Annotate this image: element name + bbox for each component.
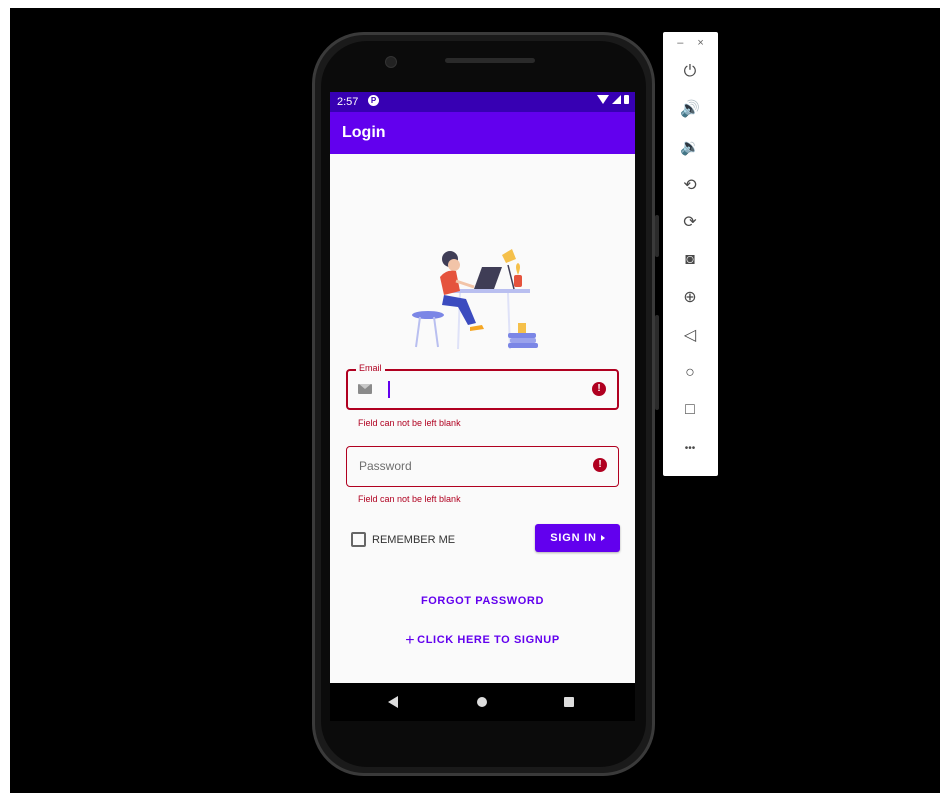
plus-icon: + [405, 632, 416, 649]
password-placeholder: Password [359, 459, 412, 473]
emulator-toolbar: – × ⏻ 🔊 🔉 ⟲ ⟳ ◙ ⊕ ◁ ○ □ ••• [663, 32, 718, 476]
forgot-password-link[interactable]: FORGOT PASSWORD [330, 595, 635, 607]
notification-app-icon: P [368, 95, 379, 106]
status-time: 2:57 [337, 96, 359, 108]
rotate-right-icon[interactable]: ⟳ [675, 210, 705, 234]
earpiece-speaker [445, 58, 535, 63]
rotate-left-icon[interactable]: ⟲ [675, 173, 705, 197]
sign-in-button[interactable]: SIGN IN [535, 524, 620, 552]
remember-me-checkbox[interactable]: REMEMBER ME [351, 532, 455, 547]
email-field[interactable]: Email ! [346, 363, 619, 410]
status-icons [597, 95, 629, 104]
overview-icon[interactable]: □ [675, 398, 705, 422]
status-bar: 2:57 P [330, 92, 635, 112]
toolbar-window-controls: – × [663, 37, 718, 49]
email-error-text: Field can not be left blank [358, 418, 461, 428]
password-field[interactable]: Password ! [346, 446, 619, 487]
volume-down-icon[interactable]: 🔉 [675, 135, 705, 159]
signal-icon [612, 95, 621, 104]
mail-icon [358, 384, 372, 394]
front-camera [385, 56, 397, 68]
caret-right-icon [600, 535, 605, 541]
login-illustration [412, 249, 538, 350]
back-icon[interactable]: ◁ [675, 323, 705, 347]
checkbox-box[interactable] [351, 532, 366, 547]
home-icon[interactable]: ○ [675, 361, 705, 385]
wifi-icon [597, 95, 609, 104]
sign-in-label: SIGN IN [550, 532, 597, 544]
error-icon: ! [592, 382, 606, 396]
camera-icon[interactable]: ◙ [675, 248, 705, 272]
nav-back-icon[interactable] [388, 696, 398, 708]
signup-label: CLICK HERE TO SIGNUP [417, 634, 560, 646]
nav-home-icon[interactable] [477, 697, 487, 707]
navigation-bar [330, 683, 635, 721]
power-icon[interactable]: ⏻ [675, 60, 705, 84]
app-bar: Login [330, 112, 635, 154]
password-error-text: Field can not be left blank [358, 494, 461, 504]
minimize-icon[interactable]: – [677, 37, 683, 49]
app-screen: 2:57 P Login Email ! Field can not be le… [330, 92, 635, 683]
remember-me-label: REMEMBER ME [372, 533, 456, 546]
more-icon[interactable]: ••• [675, 436, 705, 460]
side-button-power [655, 215, 659, 257]
email-label: Email [356, 363, 385, 373]
side-button-volume [655, 315, 659, 410]
volume-up-icon[interactable]: 🔊 [675, 97, 705, 121]
page-title: Login [342, 124, 386, 141]
battery-icon [624, 95, 629, 104]
nav-recents-icon[interactable] [564, 697, 574, 707]
close-icon[interactable]: × [697, 37, 703, 49]
zoom-icon[interactable]: ⊕ [675, 285, 705, 309]
error-icon: ! [593, 458, 607, 472]
signup-link[interactable]: + CLICK HERE TO SIGNUP [330, 632, 635, 650]
text-cursor [388, 381, 390, 398]
